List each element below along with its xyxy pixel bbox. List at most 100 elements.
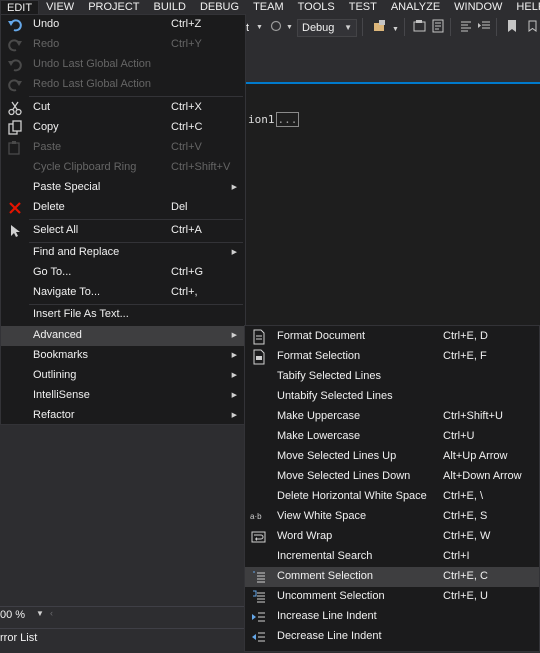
menu-item-format-document[interactable]: Format Document Ctrl+E, D	[245, 327, 539, 347]
dropdown-arrow-icon[interactable]: ▼	[256, 24, 263, 31]
menu-item-redo-last-global-action[interactable]: Redo Last Global Action	[1, 75, 245, 95]
align-left-icon[interactable]	[458, 18, 474, 34]
menu-item-label: Bookmarks	[33, 349, 89, 361]
menu-item-shortcut: Ctrl+E, F	[443, 350, 487, 362]
menu-tools[interactable]: TOOLS	[291, 0, 342, 14]
menu-item-move-selected-lines-up[interactable]: Move Selected Lines Up Alt+Up Arrow	[245, 447, 539, 467]
menu-item-navigate-to[interactable]: Navigate To... Ctrl+,	[1, 283, 245, 303]
menu-item-label: Copy	[33, 121, 59, 133]
menu-view[interactable]: VIEW	[39, 0, 81, 14]
menu-item-decrease-line-indent[interactable]: Decrease Line Indent	[245, 627, 539, 647]
menu-item-intellisense[interactable]: IntelliSense ▶	[1, 386, 245, 406]
decrease-indent-icon	[251, 629, 267, 645]
solution-configuration-select[interactable]: Debug ▼	[297, 19, 357, 37]
menu-item-select-all[interactable]: Select All Ctrl+A	[1, 221, 245, 241]
toolbar-separator	[450, 18, 451, 36]
bookmark-prev-icon[interactable]	[524, 18, 540, 34]
menu-item-undo[interactable]: Undo Ctrl+Z	[1, 15, 245, 35]
zoom-level[interactable]: 00 %	[0, 609, 25, 621]
menu-team[interactable]: TEAM	[246, 0, 291, 14]
menu-item-incremental-search[interactable]: Incremental Search Ctrl+I	[245, 547, 539, 567]
menu-window[interactable]: WINDOW	[447, 0, 509, 14]
menu-item-refactor[interactable]: Refactor ▶	[1, 406, 245, 426]
menu-item-increase-line-indent[interactable]: Increase Line Indent	[245, 607, 539, 627]
menu-item-comment-selection[interactable]: Comment Selection Ctrl+E, C	[245, 567, 539, 587]
dropdown-arrow-icon[interactable]: ▼	[392, 26, 399, 33]
menu-item-word-wrap[interactable]: Word Wrap Ctrl+E, W	[245, 527, 539, 547]
dropdown-arrow-icon[interactable]: ▼	[286, 24, 293, 31]
menu-item-outlining[interactable]: Outlining ▶	[1, 366, 245, 386]
redo-global-icon	[7, 77, 23, 93]
menu-edit[interactable]: EDIT	[0, 0, 40, 14]
menu-item-shortcut: Ctrl+A	[171, 224, 202, 236]
menu-item-delete-horizontal-white-space[interactable]: Delete Horizontal White Space Ctrl+E, \	[245, 487, 539, 507]
menu-item-find-and-replace[interactable]: Find and Replace ▶	[1, 243, 245, 263]
menu-item-format-selection[interactable]: Format Selection Ctrl+E, F	[245, 347, 539, 367]
menu-item-shortcut: Alt+Up Arrow	[443, 450, 508, 462]
menu-separator	[29, 219, 243, 220]
menu-item-label: Cycle Clipboard Ring	[33, 161, 137, 173]
menu-item-copy[interactable]: Copy Ctrl+C	[1, 118, 245, 138]
menu-item-undo-last-global-action[interactable]: Undo Last Global Action	[1, 55, 245, 75]
properties-icon[interactable]	[430, 18, 446, 34]
menu-debug[interactable]: DEBUG	[193, 0, 246, 14]
menu-item-shortcut: Ctrl+C	[171, 121, 203, 133]
browse-folder-icon[interactable]	[372, 18, 388, 34]
menu-item-cycle-clipboard-ring[interactable]: Cycle Clipboard Ring Ctrl+Shift+V	[1, 158, 245, 178]
menu-item-move-selected-lines-down[interactable]: Move Selected Lines Down Alt+Down Arrow	[245, 467, 539, 487]
toolbar-separator	[404, 18, 405, 36]
menu-item-label: Make Uppercase	[277, 410, 361, 422]
submenu-arrow-icon: ▶	[231, 249, 237, 256]
bookmark-icon[interactable]	[504, 18, 520, 34]
menu-item-shortcut: Ctrl+E, U	[443, 590, 488, 602]
menu-test[interactable]: TEST	[342, 0, 384, 14]
menu-item-paste-special[interactable]: Paste Special ▶	[1, 178, 245, 198]
scroll-left-icon[interactable]: ‹	[50, 608, 53, 618]
menu-item-label: Delete Horizontal White Space	[277, 490, 427, 502]
toolbar	[240, 14, 540, 44]
toolbar-partial-text: t	[246, 22, 250, 34]
collapsed-region[interactable]: ...	[275, 112, 300, 127]
menu-item-shortcut: Ctrl+Shift+U	[443, 410, 503, 422]
solution-explorer-icon[interactable]	[412, 18, 428, 34]
menu-item-delete[interactable]: Delete Del	[1, 198, 245, 218]
menu-item-label: Format Document	[277, 330, 366, 342]
redo-icon	[7, 37, 23, 53]
menu-item-tabify-selected-lines[interactable]: Tabify Selected Lines	[245, 367, 539, 387]
menu-item-shortcut: Alt+Down Arrow	[443, 470, 522, 482]
menu-item-label: Move Selected Lines Down	[277, 470, 411, 482]
edit-menu: Undo Ctrl+Z Redo Ctrl+Y Undo Last Global…	[0, 14, 246, 425]
solution-configuration-value: Debug	[302, 22, 335, 34]
menu-item-uncomment-selection[interactable]: Uncomment Selection Ctrl+E, U	[245, 587, 539, 607]
submenu-arrow-icon: ▶	[231, 372, 237, 379]
menu-project[interactable]: PROJECT	[81, 0, 146, 14]
menu-item-label: Paste Special	[33, 181, 101, 193]
menu-item-paste[interactable]: Paste Ctrl+V	[1, 138, 245, 158]
copy-icon	[7, 120, 23, 136]
menu-item-make-lowercase[interactable]: Make Lowercase Ctrl+U	[245, 427, 539, 447]
menu-item-untabify-selected-lines[interactable]: Untabify Selected Lines	[245, 387, 539, 407]
submenu-arrow-icon: ▶	[231, 352, 237, 359]
menu-item-label: Incremental Search	[277, 550, 373, 562]
menu-item-label: Redo Last Global Action	[33, 78, 152, 90]
menu-item-cut[interactable]: Cut Ctrl+X	[1, 98, 245, 118]
menu-item-go-to[interactable]: Go To... Ctrl+G	[1, 263, 245, 283]
menu-item-label: Select All	[33, 224, 79, 236]
document-tab-strip	[246, 62, 540, 84]
menu-item-make-uppercase[interactable]: Make Uppercase Ctrl+Shift+U	[245, 407, 539, 427]
menu-item-insert-file-as-text[interactable]: Insert File As Text...	[1, 305, 245, 325]
start-circle-icon[interactable]	[270, 20, 282, 35]
menu-item-bookmarks[interactable]: Bookmarks ▶	[1, 346, 245, 366]
menu-item-label: Word Wrap	[277, 530, 333, 542]
indent-icon[interactable]	[476, 18, 492, 34]
menu-item-view-white-space[interactable]: a·b View White Space Ctrl+E, S	[245, 507, 539, 527]
menu-help[interactable]: HELP	[509, 0, 540, 14]
chevron-down-icon[interactable]: ▼	[36, 609, 44, 618]
undo-global-icon	[7, 57, 23, 73]
tab-error-list[interactable]: rror List	[0, 632, 37, 644]
menu-item-label: Decrease Line Indent	[277, 630, 382, 642]
menu-item-redo[interactable]: Redo Ctrl+Y	[1, 35, 245, 55]
menu-build[interactable]: BUILD	[147, 0, 193, 14]
menu-item-advanced[interactable]: Advanced ▶	[1, 326, 245, 346]
menu-analyze[interactable]: ANALYZE	[384, 0, 447, 14]
